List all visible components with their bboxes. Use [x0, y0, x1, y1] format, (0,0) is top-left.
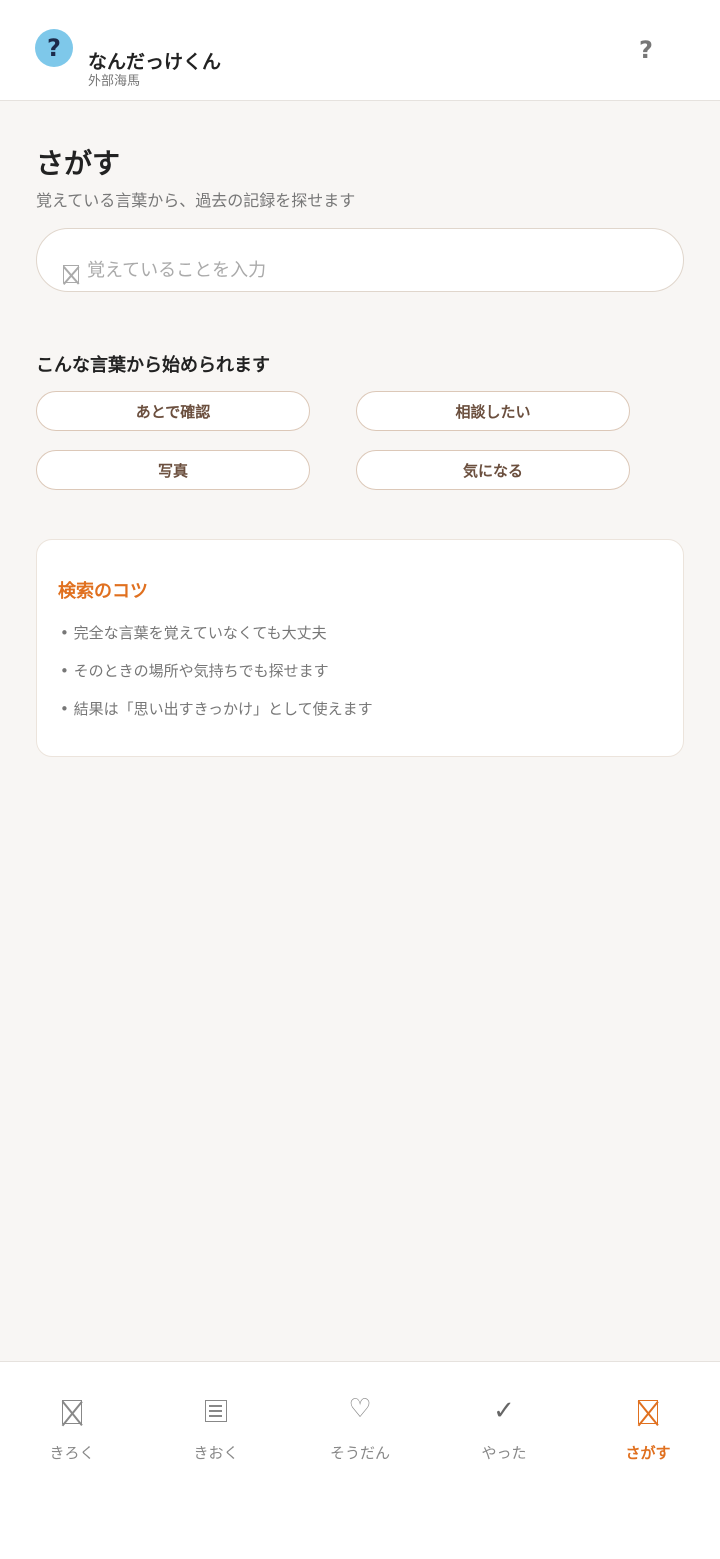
suggestions-title: こんな言葉から始められます	[36, 355, 270, 376]
memory-list-icon	[205, 1400, 227, 1422]
record-icon	[62, 1400, 82, 1424]
search-box-icon	[63, 265, 79, 283]
tips-title: 検索のコツ	[58, 581, 148, 602]
nav-label: やった	[481, 1444, 527, 1462]
search-tips-card: 検索のコツ • 完全な言葉を覚えていなくても大丈夫 • そのときの場所や気持ちで…	[36, 539, 684, 757]
tip-item: • 完全な言葉を覚えていなくても大丈夫	[60, 624, 327, 642]
heart-icon: ♡	[348, 1394, 372, 1424]
app-header: ? なんだっけくん 外部海馬 ?	[0, 0, 720, 101]
nav-label: きろく	[49, 1444, 95, 1462]
nav-label: さがす	[625, 1444, 671, 1462]
suggestion-chip-consult[interactable]: 相談したい	[356, 391, 630, 431]
page-title: さがす	[36, 147, 121, 180]
suggestion-chip-confirm-later[interactable]: あとで確認	[36, 391, 310, 431]
search-input[interactable]	[87, 255, 657, 285]
suggestion-chip-photo[interactable]: 写真	[36, 450, 310, 490]
check-icon: ✓	[493, 1396, 515, 1426]
tip-item: • 結果は「思い出すきっかけ」として使えます	[60, 700, 373, 718]
page-description: 覚えている言葉から、過去の記録を探せます	[36, 191, 356, 210]
nav-item-memory[interactable]: きおく	[144, 1362, 288, 1482]
search-icon	[638, 1400, 658, 1424]
tip-item: • そのときの場所や気持ちでも探せます	[60, 662, 329, 680]
search-field[interactable]	[36, 228, 684, 292]
app-subtitle: 外部海馬	[88, 74, 141, 89]
nav-label: そうだん	[329, 1444, 390, 1462]
nav-item-search[interactable]: さがす	[576, 1362, 720, 1482]
bottom-navigation: きろく きおく ♡ そうだん ✓ やった さがす	[0, 1361, 720, 1559]
app-root: ? なんだっけくん 外部海馬 ? さがす 覚えている言葉から、過去の記録を探せま…	[0, 0, 720, 1559]
app-logo-icon: ?	[35, 29, 73, 67]
nav-label: きおく	[193, 1444, 239, 1462]
nav-item-consult[interactable]: ♡ そうだん	[288, 1362, 432, 1482]
nav-item-done[interactable]: ✓ やった	[432, 1362, 576, 1482]
nav-item-record[interactable]: きろく	[0, 1362, 144, 1482]
suggestion-chip-curious[interactable]: 気になる	[356, 450, 630, 490]
help-button[interactable]: ?	[630, 34, 662, 66]
